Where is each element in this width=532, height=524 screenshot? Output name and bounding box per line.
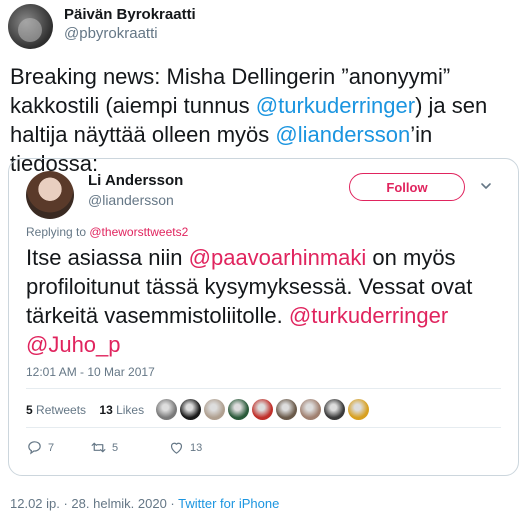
replying-to: Replying to @theworsttweets2 (26, 225, 188, 239)
retweet-button[interactable]: 5 (90, 439, 168, 456)
mention-link[interactable]: @turkuderringer (256, 93, 415, 118)
like-button[interactable]: 13 (168, 439, 202, 456)
heart-icon (170, 442, 183, 454)
replying-prefix: Replying to (26, 225, 90, 239)
divider (26, 388, 501, 389)
quote-text: Itse asiassa niin @paavoarhinmaki on myö… (26, 243, 496, 359)
mention-link[interactable]: @turkuderringer (289, 303, 448, 328)
reply-button[interactable]: 7 (26, 439, 90, 456)
mention-link[interactable]: @paavoarhinmaki (189, 245, 367, 270)
retweets-stat[interactable]: 5 Retweets (26, 403, 86, 417)
quote-avatar[interactable] (26, 171, 74, 219)
likes-stat[interactable]: 13 Likes (99, 403, 144, 417)
tweet-footer: 12.02 ip. · 28. helmik. 2020 · Twitter f… (10, 496, 279, 511)
engagement-stats: 5 Retweets 13 Likes (26, 403, 144, 417)
tweet-author-name[interactable]: Päivän Byrokraatti (64, 6, 196, 23)
action-bar: 7 5 13 (26, 439, 202, 456)
quote-author-handle[interactable]: @liandersson (88, 192, 174, 208)
quote-timestamp[interactable]: 12:01 AM - 10 Mar 2017 (26, 365, 155, 379)
retweet-count: 5 (112, 441, 119, 454)
liker-avatar[interactable] (180, 399, 201, 420)
retweets-label: Retweets (32, 403, 87, 417)
liker-avatar[interactable] (276, 399, 297, 420)
liker-avatar[interactable] (156, 399, 177, 420)
liker-avatar[interactable] (228, 399, 249, 420)
follow-button[interactable]: Follow (349, 173, 465, 201)
like-count: 13 (190, 441, 203, 454)
tweet-timestamp[interactable]: 12.02 ip. · 28. helmik. 2020 · (10, 496, 178, 511)
mention-link[interactable]: @Juho_p (26, 332, 121, 357)
retweet-icon (91, 442, 106, 453)
reply-icon (28, 441, 41, 455)
retweets-count: 5 (26, 403, 33, 417)
tweet-client[interactable]: Twitter for iPhone (178, 496, 279, 511)
liker-avatar[interactable] (348, 399, 369, 420)
tweet-avatar[interactable] (8, 4, 53, 49)
liker-avatar[interactable] (324, 399, 345, 420)
liker-avatar[interactable] (300, 399, 321, 420)
divider (26, 427, 501, 428)
mention-link[interactable]: @liandersson (275, 122, 410, 147)
liker-avatars (156, 399, 369, 420)
quote-text-part: Itse asiassa niin (26, 245, 189, 270)
mention-link[interactable]: @theworsttweets2 (89, 225, 188, 239)
liker-avatar[interactable] (252, 399, 273, 420)
likes-count: 13 (99, 403, 113, 417)
likes-label: Likes (112, 403, 145, 417)
tweet-author-handle[interactable]: @pbyrokraatti (64, 25, 158, 42)
liker-avatar[interactable] (204, 399, 225, 420)
chevron-down-icon[interactable] (479, 179, 493, 193)
reply-count: 7 (48, 441, 55, 454)
quoted-tweet-card[interactable]: Li Andersson @liandersson Follow Replyin… (8, 158, 519, 476)
quote-author-name[interactable]: Li Andersson (88, 172, 183, 189)
